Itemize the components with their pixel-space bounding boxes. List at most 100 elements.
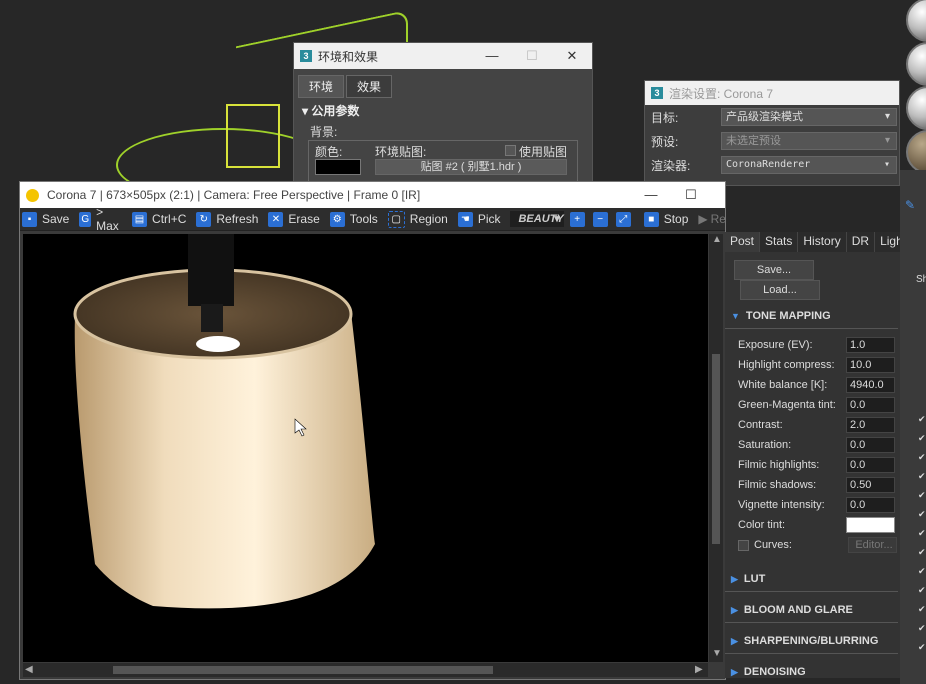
- use-map-checkbox[interactable]: [505, 145, 516, 156]
- use-map-label: 使用贴图: [519, 145, 568, 159]
- zoom-out-icon: −: [592, 211, 608, 227]
- lampshade-render: [73, 234, 375, 609]
- white-balance-input[interactable]: 4940.0: [846, 377, 895, 393]
- preset-select[interactable]: 未选定预设: [721, 132, 897, 150]
- env-window-titlebar[interactable]: 3 环境和效果 — ☐ ✕: [294, 43, 592, 69]
- bloom-glare-title: BLOOM AND GLARE: [743, 604, 853, 616]
- tab-stats[interactable]: Stats: [760, 232, 799, 252]
- scroll-up-icon[interactable]: ▲: [712, 234, 722, 245]
- tone-mapping-params: Exposure (EV): 1.0 Highlight compress: 10.…: [725, 335, 900, 555]
- denoising-title: DENOISING: [743, 666, 806, 678]
- to-max-button[interactable]: G > Max: [79, 205, 122, 233]
- region-label: Region: [409, 212, 448, 226]
- save-post-button[interactable]: Save...: [734, 260, 814, 280]
- copy-icon: ▤: [132, 211, 148, 227]
- curves-checkbox[interactable]: [738, 539, 749, 551]
- palette-icon[interactable]: ✎: [905, 198, 915, 212]
- pick-button[interactable]: ☚ Pick: [457, 211, 501, 227]
- maximize-icon[interactable]: ☐: [512, 48, 552, 64]
- param-label: Filmic shadows:: [738, 479, 817, 491]
- tone-mapping-section[interactable]: ▼ TONE MAPPING: [725, 304, 898, 329]
- tab-lightmix[interactable]: Ligh: [875, 232, 900, 252]
- gear-icon: ⚙: [329, 211, 345, 227]
- renderer-select[interactable]: CoronaRenderer: [721, 156, 897, 174]
- copy-label: Ctrl+C: [152, 212, 187, 226]
- param-row: Contrast: 2.0: [725, 415, 900, 435]
- environment-effects-window[interactable]: 3 环境和效果 — ☐ ✕ 环境 效果 ▾ 公用参数 背景: 颜色: 环境贴图:…: [293, 42, 593, 190]
- strip-label-sh: Sh: [916, 274, 926, 285]
- stop-button[interactable]: ■ Stop: [643, 211, 688, 227]
- param-row: Green-Magenta tint: 0.0: [725, 395, 900, 415]
- common-params-rollout[interactable]: ▾ 公用参数: [294, 98, 592, 123]
- tools-button[interactable]: ⚙ Tools: [329, 211, 378, 227]
- tools-label: Tools: [349, 212, 378, 226]
- lamp-socket-wireframe: [226, 104, 280, 168]
- bloom-glare-section[interactable]: ▶ BLOOM AND GLARE: [725, 598, 898, 623]
- tab-post[interactable]: Post: [725, 232, 761, 252]
- preset-label: 预设:: [651, 134, 679, 149]
- background-color-swatch[interactable]: [315, 159, 361, 175]
- tone-mapping-title: TONE MAPPING: [745, 310, 831, 322]
- env-map-label: 环境贴图:: [375, 145, 427, 159]
- param-label: Highlight compress:: [738, 359, 835, 371]
- expand-icon: ▶: [731, 605, 738, 615]
- close-icon[interactable]: ✕: [552, 48, 592, 64]
- render-settings-window[interactable]: 3 渲染设置: Corona 7 目标: 产品级渲染模式 预设: 未选定预设 渲…: [644, 80, 900, 186]
- exposure-input[interactable]: 1.0: [846, 337, 895, 353]
- horizontal-scroll-thumb[interactable]: [113, 666, 493, 674]
- sharpening-section[interactable]: ▶ SHARPENING/BLURRING: [725, 629, 898, 654]
- zoom-fit-button[interactable]: ⤢: [615, 211, 636, 227]
- scroll-left-icon[interactable]: ◀: [25, 664, 33, 675]
- render-settings-title: 渲染设置: Corona 7: [669, 86, 774, 101]
- region-icon: ▢: [387, 210, 405, 228]
- highlight-compress-input[interactable]: 10.0: [846, 357, 895, 373]
- render-settings-titlebar[interactable]: 3 渲染设置: Corona 7: [645, 81, 899, 105]
- expand-icon: ▶: [731, 574, 738, 584]
- rollout-title: 公用参数: [311, 104, 360, 118]
- pick-label: Pick: [477, 212, 501, 226]
- lut-section[interactable]: ▶ LUT: [725, 567, 898, 592]
- render-button[interactable]: ▶ Re: [698, 212, 726, 226]
- renderer-row: 渲染器: CoronaRenderer: [645, 153, 899, 177]
- saturation-input[interactable]: 0.0: [846, 437, 895, 453]
- filmic-shadows-input[interactable]: 0.50: [846, 477, 895, 493]
- vfb-minimize-icon[interactable]: —: [631, 187, 671, 203]
- zoom-out-button[interactable]: −: [592, 211, 613, 227]
- vfb-titlebar[interactable]: Corona 7 | 673×505px (2:1) | Camera: Fre…: [20, 182, 725, 208]
- channel-select[interactable]: BEAUTY: [510, 211, 564, 227]
- post-panel: Post Stats History DR Ligh Save... Load.…: [725, 232, 900, 678]
- env-map-button[interactable]: 贴图 #2 ( 别墅1.hdr ): [375, 159, 567, 175]
- zoom-in-button[interactable]: +: [569, 211, 590, 227]
- tab-environment[interactable]: 环境: [298, 75, 345, 98]
- copy-button[interactable]: ▤ Ctrl+C: [132, 211, 187, 227]
- load-post-button[interactable]: Load...: [740, 280, 820, 300]
- vignette-input[interactable]: 0.0: [846, 497, 895, 513]
- denoising-section[interactable]: ▶ DENOISING: [725, 660, 898, 678]
- refresh-button[interactable]: ↻ Refresh: [196, 211, 258, 227]
- filmic-highlights-input[interactable]: 0.0: [846, 457, 895, 473]
- checkbox-column[interactable]: ✔ ✔ ✔ ✔ ✔ ✔ ✔ ✔ ✔ ✔ ✔ ✔ ✔: [918, 410, 926, 657]
- render-image[interactable]: [23, 234, 708, 662]
- hand-icon: ☚: [457, 211, 473, 227]
- tab-dr[interactable]: DR: [847, 232, 876, 252]
- vertical-scroll-thumb[interactable]: [712, 354, 720, 544]
- horizontal-scrollbar[interactable]: ◀ ▶: [23, 663, 708, 677]
- vertical-scrollbar[interactable]: ▲ ▼: [709, 234, 723, 662]
- tab-history[interactable]: History: [798, 232, 847, 252]
- erase-button[interactable]: ✕ Erase: [268, 211, 320, 227]
- scroll-right-icon[interactable]: ▶: [695, 664, 703, 675]
- contrast-input[interactable]: 2.0: [846, 417, 895, 433]
- curves-editor-button[interactable]: Editor...: [848, 537, 897, 553]
- region-button[interactable]: ▢ Region: [387, 210, 448, 228]
- param-row: Filmic shadows: 0.50: [725, 475, 900, 495]
- target-select[interactable]: 产品级渲染模式: [721, 108, 897, 126]
- color-tint-swatch[interactable]: [846, 517, 895, 533]
- tab-effects[interactable]: 效果: [346, 75, 393, 98]
- env-window-title: 环境和效果: [318, 49, 379, 64]
- corona-vfb-window[interactable]: Corona 7 | 673×505px (2:1) | Camera: Fre…: [19, 181, 726, 680]
- save-button[interactable]: ▪ Save: [22, 211, 69, 227]
- minimize-icon[interactable]: —: [472, 48, 512, 64]
- vfb-maximize-icon[interactable]: ☐: [671, 187, 711, 203]
- scroll-down-icon[interactable]: ▼: [712, 648, 722, 659]
- green-magenta-input[interactable]: 0.0: [846, 397, 895, 413]
